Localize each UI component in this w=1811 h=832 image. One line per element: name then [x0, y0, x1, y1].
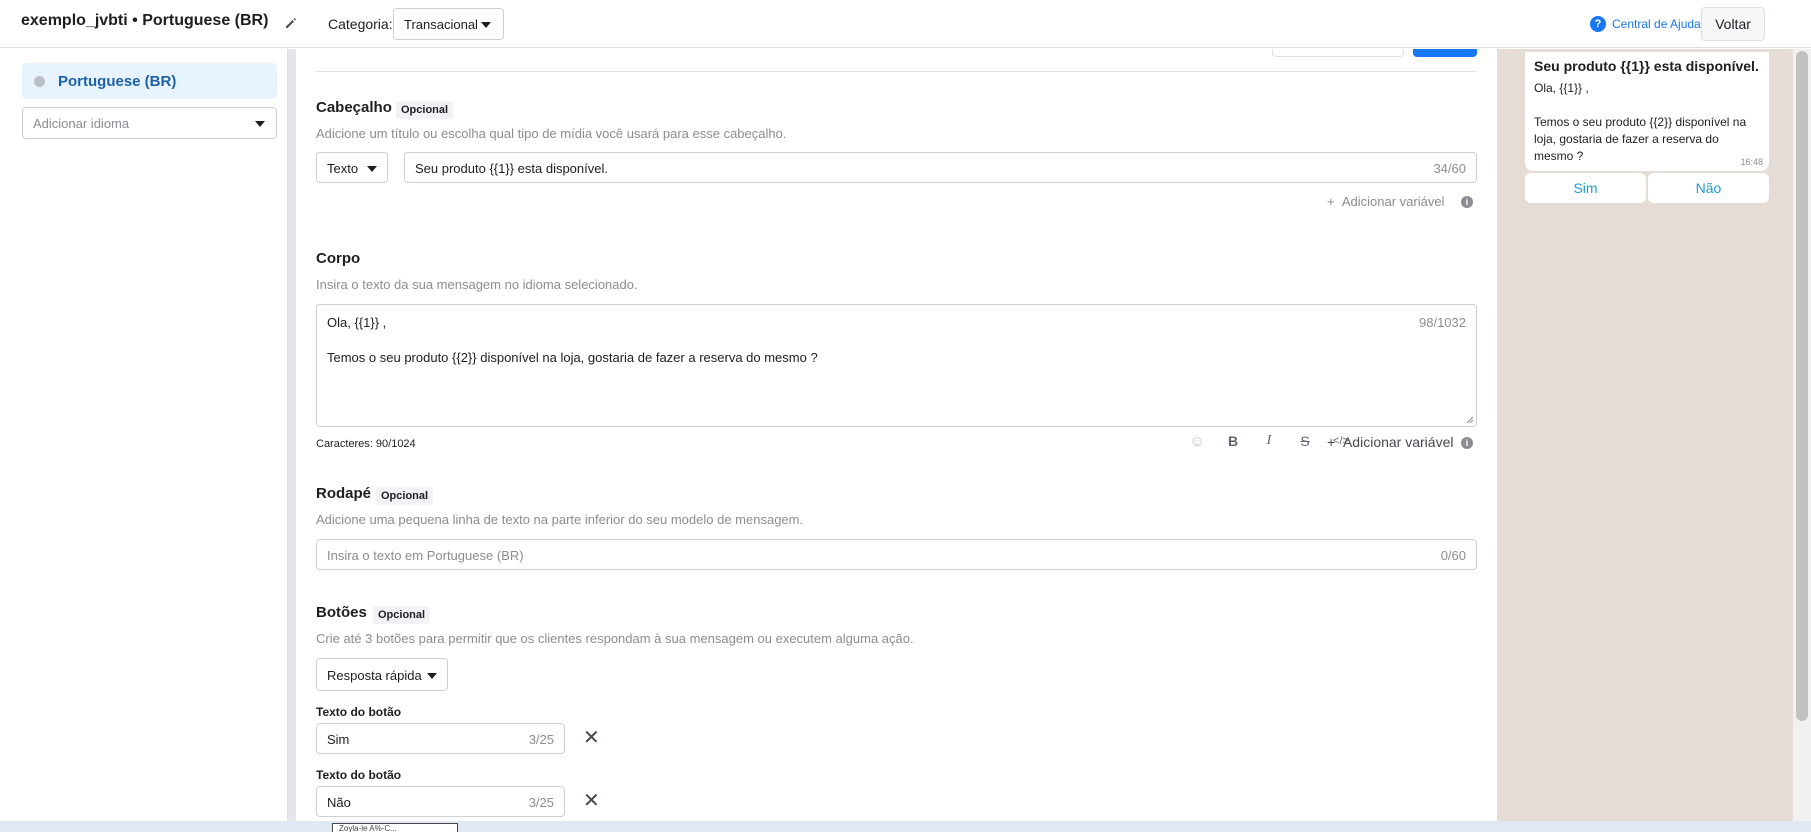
header-type-value: Texto — [327, 161, 359, 176]
body-section-title: Corpo — [316, 250, 361, 267]
footer-placeholder: Insira o texto em Portuguese (BR) — [327, 548, 524, 563]
body-textarea[interactable]: Ola, {{1}} , Temos o seu produto {{2}} d… — [316, 304, 1477, 427]
header-add-variable-button[interactable]: + Adicionar variável — [1327, 194, 1444, 209]
scrollbar-thumb[interactable] — [1796, 51, 1808, 721]
body-char-counter: 98/1032 — [1419, 315, 1466, 330]
body-add-variable-button[interactable]: + Adicionar variável — [1327, 434, 1453, 450]
header-type-select[interactable]: Texto — [316, 152, 388, 183]
italic-icon[interactable]: I — [1259, 433, 1279, 449]
chevron-down-icon — [481, 22, 491, 28]
close-icon[interactable]: ✕ — [583, 728, 600, 748]
body-line-1: Ola, {{1}} , — [327, 315, 387, 330]
category-label: Categoria: — [328, 16, 393, 32]
footer-section-title: Rodapé — [316, 485, 372, 502]
tooltip: Zoyla-le A%-C... — [332, 823, 458, 832]
preview-header: Seu produto {{1}} esta disponível. — [1534, 58, 1759, 74]
body-section-description: Insira o texto da sua mensagem no idioma… — [316, 277, 638, 292]
secondary-button-partial[interactable] — [1272, 49, 1404, 57]
optional-badge: Opcional — [396, 101, 454, 119]
button-type-select[interactable]: Resposta rápida — [316, 658, 448, 691]
chevron-down-icon — [427, 673, 437, 679]
footer-char-counter: 0/60 — [1440, 548, 1466, 563]
vertical-scrollbar[interactable] — [1793, 49, 1811, 821]
header-section-title: Cabeçalho — [316, 99, 392, 116]
header-char-counter: 34/60 — [1433, 161, 1466, 176]
message-preview: Seu produto {{1}} esta disponível. Ola, … — [1497, 49, 1793, 821]
button-text-label: Texto do botão — [316, 768, 402, 782]
category-value: Transacional — [404, 17, 478, 32]
buttons-section-description: Crie até 3 botões para permitir que os c… — [316, 631, 914, 646]
preview-body: Ola, {{1}} , Temos o seu produto {{2}} d… — [1534, 81, 1747, 163]
optional-badge: Opcional — [373, 606, 431, 624]
button-text-input[interactable]: Sim 3/25 — [316, 723, 565, 754]
back-button[interactable]: Voltar — [1701, 7, 1765, 41]
resize-handle-icon[interactable] — [1466, 416, 1474, 424]
body-line-2: Temos o seu produto {{2}} disponível na … — [327, 350, 818, 365]
divider — [288, 49, 296, 821]
template-name: exemplo_jvbti • Portuguese (BR) — [21, 12, 269, 29]
template-editor: Cabeçalho Opcional Adicione um título ou… — [296, 49, 1497, 821]
status-strip — [0, 821, 1811, 832]
language-label: Portuguese (BR) — [58, 73, 177, 90]
button-type-value: Resposta rápida — [327, 668, 422, 683]
add-variable-label: Adicionar variável — [1342, 434, 1454, 450]
button-text-value: Não — [327, 795, 351, 810]
quick-reply-button: Não — [1648, 173, 1769, 203]
quick-reply-button: Sim — [1525, 173, 1646, 203]
optional-badge: Opcional — [376, 487, 434, 505]
top-bar: exemplo_jvbti • Portuguese (BR) Categori… — [0, 0, 1811, 48]
help-center-link[interactable]: Central de Ajuda — [1612, 17, 1701, 31]
status-dot-icon — [34, 76, 45, 87]
divider — [316, 71, 1476, 72]
pencil-icon[interactable] — [284, 16, 298, 30]
header-text-value: Seu produto {{1}} esta disponível. — [415, 161, 608, 176]
chevron-down-icon — [255, 121, 265, 127]
info-icon[interactable]: i — [1461, 196, 1473, 208]
emoji-icon[interactable]: ☺ — [1187, 433, 1207, 450]
add-language-select[interactable]: Adicionar idioma — [22, 107, 277, 139]
strikethrough-icon[interactable]: S — [1295, 433, 1315, 449]
buttons-section-title: Botões — [316, 604, 367, 621]
preview-timestamp: 16:48 — [1740, 157, 1763, 167]
button-text-input[interactable]: Não 3/25 — [316, 786, 565, 817]
primary-button-partial[interactable] — [1413, 49, 1477, 57]
button-char-counter: 3/25 — [528, 732, 554, 747]
footer-text-input[interactable]: Insira o texto em Portuguese (BR) 0/60 — [316, 539, 1477, 570]
bold-icon[interactable]: B — [1223, 433, 1243, 449]
sidebar-item-language[interactable]: Portuguese (BR) — [22, 63, 277, 99]
add-variable-label: Adicionar variável — [1341, 194, 1445, 209]
button-char-counter: 3/25 — [528, 795, 554, 810]
close-icon[interactable]: ✕ — [583, 791, 600, 811]
button-text-label: Texto do botão — [316, 705, 402, 719]
header-section-description: Adicione um título ou escolha qual tipo … — [316, 126, 787, 141]
footer-section-description: Adicione uma pequena linha de texto na p… — [316, 512, 804, 527]
message-bubble: Seu produto {{1}} esta disponível. Ola, … — [1525, 52, 1769, 171]
body-char-count: Caracteres: 90/1024 — [316, 438, 416, 450]
help-icon[interactable]: ? — [1590, 16, 1606, 32]
button-text-value: Sim — [327, 732, 350, 747]
category-select[interactable]: Transacional — [393, 8, 504, 40]
language-sidebar: Portuguese (BR) Adicionar idioma — [0, 49, 288, 821]
chevron-down-icon — [367, 166, 377, 172]
info-icon[interactable]: i — [1461, 437, 1473, 449]
header-text-input[interactable]: Seu produto {{1}} esta disponível. 34/60 — [404, 152, 1477, 183]
add-language-placeholder: Adicionar idioma — [33, 116, 130, 131]
